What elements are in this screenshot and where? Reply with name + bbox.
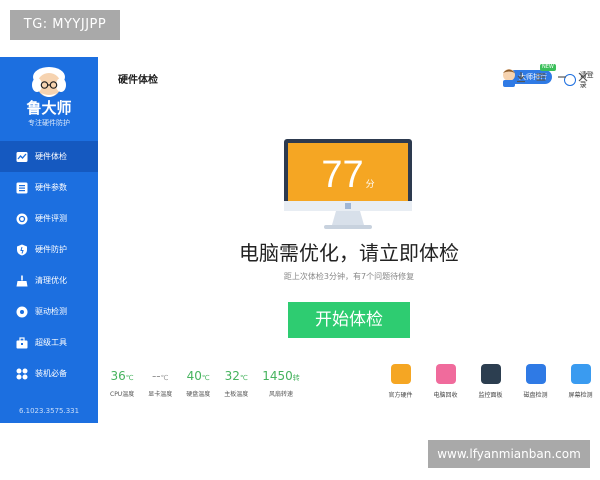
stat-label: 硬盘温度	[186, 391, 211, 398]
menu-icon[interactable]	[535, 71, 547, 83]
gauge-icon	[16, 213, 28, 224]
stat-unit: 转	[292, 374, 300, 382]
stat-label: 风扇转速	[269, 391, 294, 398]
sidebar-item-super-tools[interactable]: 超级工具	[0, 327, 98, 358]
tool-screen-check[interactable]: 屏幕检测	[558, 364, 600, 399]
score-unit: 分	[365, 180, 375, 190]
sidebar-item-hardware-eval[interactable]: 硬件评测	[0, 203, 98, 234]
sidebar-item-label: 驱动检测	[35, 307, 67, 316]
watermark-top: TG: MYYJJPP	[10, 10, 120, 40]
pig-icon	[435, 364, 456, 384]
topbar: 硬件体检 大师排行 NEW 请登录	[98, 57, 600, 97]
tool-pc-recycle[interactable]: 电脑回收	[423, 364, 468, 399]
watermark-bottom: www.lfyanmianban.com	[428, 440, 590, 468]
sidebar-item-label: 硬件评测	[35, 214, 67, 223]
stat-label: CPU温度	[110, 391, 135, 398]
score-value: 77	[321, 154, 364, 196]
sidebar-item-label: 硬件体检	[35, 152, 67, 161]
stat-label: 显卡温度	[148, 391, 173, 398]
status-headline: 电脑需优化，请立即体检	[239, 241, 459, 265]
gear-icon	[16, 306, 28, 317]
sidebar-item-hardware-check[interactable]: 硬件体检	[0, 141, 98, 172]
chart-line-icon	[16, 151, 28, 162]
stat-board-temp: 32℃ 主板温度	[224, 369, 248, 398]
sensor-stats: 36℃ CPU温度 --℃ 显卡温度 40℃ 硬盘温度 32℃ 主板温度 145…	[110, 369, 314, 398]
main-content: 77 分 电脑需优化，请立即体检 距上次体检3分钟，有7个问题待修复 开始体检 3…	[98, 97, 600, 423]
stat-unit: ℃	[125, 374, 134, 382]
sidebar-item-hardware-params[interactable]: 硬件参数	[0, 172, 98, 203]
stat-unit: ℃	[201, 374, 210, 382]
sidebar-item-label: 硬件防护	[35, 245, 67, 254]
brand-name: 鲁大师	[26, 99, 72, 117]
shield-icon	[17, 244, 27, 255]
tool-official-hardware[interactable]: 官方硬件	[378, 364, 423, 399]
sidebar-item-essentials[interactable]: 装机必备	[0, 358, 98, 389]
apps-icon	[16, 368, 28, 379]
download-icon[interactable]	[515, 71, 527, 83]
tool-label: 监控面板	[478, 392, 503, 399]
toolbox-icon	[16, 336, 28, 348]
stat-value: --	[151, 369, 161, 383]
sidebar-nav: 硬件体检 硬件参数 硬件评测 硬件防护 清理优化 驱动检测 超级工具 装机必备	[0, 141, 98, 389]
disk-icon	[525, 364, 546, 384]
version-label: 6.1023.3575.331	[18, 407, 80, 415]
sidebar-item-label: 装机必备	[35, 369, 67, 378]
broom-icon	[16, 275, 28, 286]
sidebar: 鲁大师 专注硬件防护 硬件体检 硬件参数 硬件评测 硬件防护 清理优化 驱动检测…	[0, 57, 98, 423]
new-badge: NEW	[540, 64, 556, 71]
sidebar-item-cleanup[interactable]: 清理优化	[0, 265, 98, 296]
sidebar-item-hardware-protect[interactable]: 硬件防护	[0, 234, 98, 265]
page-title: 硬件体检	[118, 75, 158, 86]
start-check-button[interactable]: 开始体检	[288, 302, 410, 338]
stat-fan-speed: 1450转 风扇转速	[262, 369, 300, 398]
tool-label: 屏幕检测	[568, 392, 593, 399]
stat-unit: ℃	[160, 374, 169, 382]
tool-label: 官方硬件	[388, 392, 413, 399]
screen-icon	[570, 364, 591, 384]
sidebar-item-driver-check[interactable]: 驱动检测	[0, 296, 98, 327]
stat-value: 36	[110, 369, 126, 383]
tool-label: 磁盘检测	[523, 392, 548, 399]
sidebar-item-label: 清理优化	[35, 276, 67, 285]
health-score: 77 分	[292, 149, 404, 201]
monitor-panel-icon	[480, 364, 501, 384]
stat-disk-temp: 40℃ 硬盘温度	[186, 369, 210, 398]
minimize-icon[interactable]	[556, 71, 568, 83]
close-icon[interactable]	[577, 71, 589, 83]
status-subline: 距上次体检3分钟，有7个问题待修复	[283, 272, 415, 281]
stat-value: 1450	[262, 369, 293, 383]
stat-unit: ℃	[239, 374, 248, 382]
list-icon	[16, 182, 28, 193]
sidebar-item-label: 硬件参数	[35, 183, 67, 192]
brand-tagline: 专注硬件防护	[28, 119, 70, 127]
stat-cpu-temp: 36℃ CPU温度	[110, 369, 134, 398]
stat-gpu-temp: --℃ 显卡温度	[148, 369, 172, 398]
tool-shortcuts: 官方硬件 电脑回收 监控面板 磁盘检测 屏幕检测	[378, 364, 600, 399]
box-icon	[390, 364, 411, 384]
stat-value: 40	[186, 369, 202, 383]
app-window: 鲁大师 专注硬件防护 硬件体检 硬件参数 硬件评测 硬件防护 清理优化 驱动检测…	[0, 57, 600, 423]
sidebar-item-label: 超级工具	[35, 338, 67, 347]
stat-value: 32	[224, 369, 240, 383]
tool-label: 电脑回收	[433, 392, 458, 399]
stat-label: 主板温度	[224, 391, 249, 398]
tool-monitor-panel[interactable]: 监控面板	[468, 364, 513, 399]
tool-disk-check[interactable]: 磁盘检测	[513, 364, 558, 399]
